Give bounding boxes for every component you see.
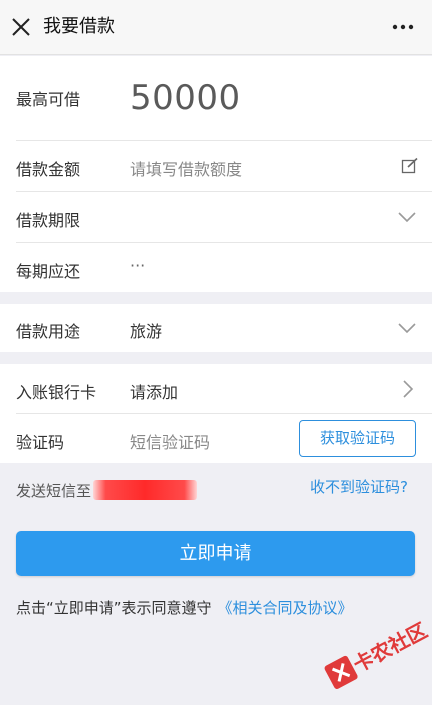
loan-amount-row[interactable]: 借款金额 请填写借款额度 [0,141,432,191]
page-title: 我要借款 [43,16,115,37]
loan-term-label: 借款期限 [16,211,81,230]
installment-label: 每期应还 [16,262,81,281]
get-code-button[interactable]: 获取验证码 [299,420,416,457]
agreement-label: 点击“立即申请”表示同意遵守 [16,599,212,617]
apply-button[interactable]: 立即申请 [16,531,415,576]
loan-purpose-label: 借款用途 [16,322,81,341]
more-icon[interactable] [392,18,414,36]
chevron-right-icon[interactable] [402,380,414,398]
chevron-down-icon[interactable] [398,322,416,334]
edit-icon[interactable] [401,157,419,175]
no-code-link[interactable]: 收不到验证码? [310,476,408,497]
watermark-text: 卡农社区 [349,618,432,677]
max-loan-amount: 50000 [130,78,241,118]
verify-code-label: 验证码 [16,433,65,452]
loan-purpose-value[interactable]: 旅游 [130,318,162,342]
watermark: 卡农社区 [314,603,432,705]
loan-term-row[interactable]: 借款期限 [0,192,432,242]
app-header: 我要借款 [0,0,432,55]
redacted-phone-mask [93,480,198,500]
close-icon[interactable] [10,15,32,39]
agreement-link[interactable]: 《相关合同及协议》 [218,599,353,617]
sms-sent-text: 发送短信至 [16,476,198,501]
verify-code-input[interactable]: 短信验证码 [130,429,210,453]
loan-purpose-row[interactable]: 借款用途 旅游 [0,304,432,352]
loan-amount-label: 借款金额 [16,160,81,179]
loan-amount-input[interactable]: 请填写借款额度 [130,156,242,180]
bank-card-value[interactable]: 请添加 [130,379,178,403]
installment-row: 每期应还 ··· [0,243,432,292]
installment-value: ··· [130,256,146,275]
chevron-down-icon[interactable] [398,211,416,223]
bank-card-label: 入账银行卡 [16,383,97,402]
bank-card-row[interactable]: 入账银行卡 请添加 [0,364,432,413]
agreement-text: 点击“立即申请”表示同意遵守 《相关合同及协议》 [16,597,353,618]
sms-sent-label: 发送短信至 [16,482,92,500]
max-loan-label: 最高可借 [16,90,81,109]
